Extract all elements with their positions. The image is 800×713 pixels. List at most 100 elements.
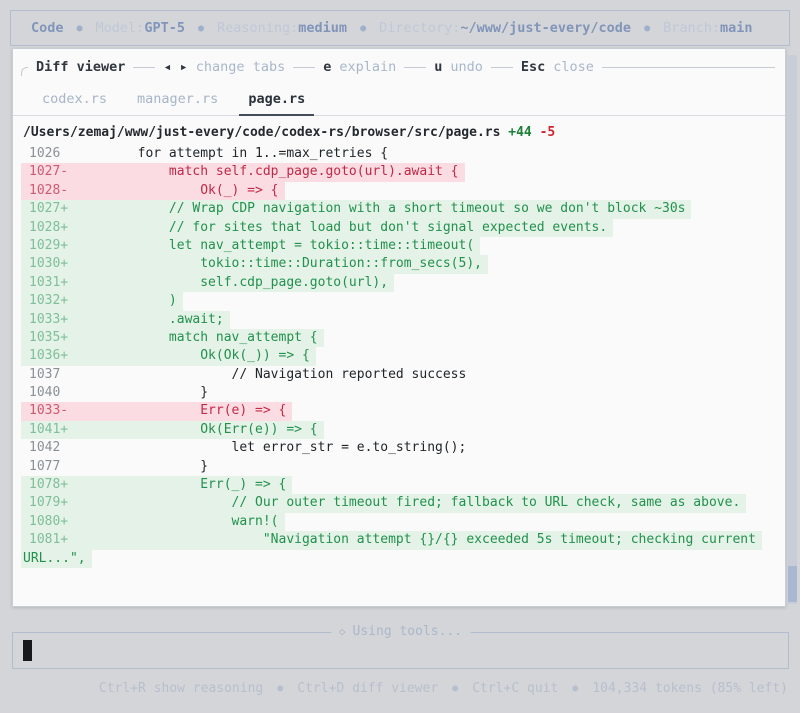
divider-rule xyxy=(490,66,513,68)
header-item-label: Model: xyxy=(95,20,145,36)
diff-line: 1029+ let nav_attempt = tokio::time::tim… xyxy=(13,236,785,256)
footer-hint: Ctrl+D diff viewer xyxy=(297,680,439,696)
scrollbar[interactable] xyxy=(788,55,797,604)
line-number: 1026 xyxy=(29,146,61,161)
diff-line: 1035+ match nav_attempt { xyxy=(13,328,785,348)
separator-bullet-icon: ● xyxy=(197,22,204,34)
hint-key: Esc xyxy=(520,59,546,75)
diff-viewer-title: Diff viewer xyxy=(36,59,126,75)
diff-line: 1027+ // Wrap CDP navigation with a shor… xyxy=(13,200,785,219)
text-cursor xyxy=(23,640,32,661)
separator-bullet-icon: ● xyxy=(277,682,284,694)
header-item-value: main xyxy=(720,20,753,36)
line-code: match nav_attempt { xyxy=(75,328,324,348)
hint-label: close xyxy=(553,59,594,75)
line-number: 1027+ xyxy=(21,200,75,219)
line-number: 1035+ xyxy=(21,328,75,348)
panel-corner xyxy=(21,66,28,76)
tab-manager-rs[interactable]: manager.rs xyxy=(128,87,227,116)
line-code: // Our outer timeout fired; fallback to … xyxy=(75,494,747,513)
diff-line: 1081+ "Navigation attempt {}/{} exceeded… xyxy=(13,531,785,550)
divider-rule xyxy=(133,66,156,68)
diff-lines: 1026 for attempt in 1..=max_retries {102… xyxy=(13,145,785,568)
header-item-label: Branch: xyxy=(663,20,720,36)
line-code: } xyxy=(75,458,209,474)
line-number: 1033+ xyxy=(21,310,75,329)
line-number: 1042 xyxy=(29,440,61,456)
diff-line: 1030+ tokio::time::Duration::from_secs(5… xyxy=(13,255,785,274)
header-item-value: medium xyxy=(298,20,348,36)
line-number: 1078+ xyxy=(21,476,75,495)
footer-hints: Ctrl+R show reasoning ● Ctrl+D diff viewer… xyxy=(10,678,790,698)
footer-hint: 104,334 tokens (85% left) xyxy=(592,680,788,696)
header-item-value: ~/www/just-every/code xyxy=(460,20,632,36)
line-code: } xyxy=(75,385,209,401)
line-number: 1029+ xyxy=(21,236,75,256)
diff-line: 1027- match self.cdp_page.goto(url).awai… xyxy=(13,163,785,182)
separator-bullet-icon: ● xyxy=(572,682,579,694)
tab-page-rs[interactable]: page.rs xyxy=(239,87,315,116)
line-number: 1028- xyxy=(21,181,75,201)
hint-key: u xyxy=(434,59,443,75)
diff-line: 1032+ ) xyxy=(13,292,785,311)
line-code: let error_str = e.to_string(); xyxy=(75,440,467,456)
status-text: Using tools... xyxy=(352,624,463,639)
line-code: for attempt in 1..=max_retries { xyxy=(75,146,389,161)
line-number: 1031+ xyxy=(21,273,75,293)
deletions-count: -5 xyxy=(539,125,556,140)
diff-line: 1040 } xyxy=(13,384,785,402)
tab-codex-rs[interactable]: codex.rs xyxy=(33,87,116,116)
session-header: Code ● Model: GPT-5 ● Reasoning: medium ● Dir… xyxy=(10,10,790,46)
line-code: Err(_) => { xyxy=(75,476,293,495)
line-number: 1030+ xyxy=(21,255,75,274)
hint-label: undo xyxy=(450,59,483,75)
line-code: Ok(Err(e)) => { xyxy=(75,420,324,440)
keyboard-hints: ◂ ▸ change tabs e explain u undo Esc close xyxy=(133,59,775,75)
diff-line: 1041+ Ok(Err(e)) => { xyxy=(13,420,785,440)
line-number: 1077 xyxy=(29,458,61,474)
composer-status: ◇ Using tools... xyxy=(330,624,471,639)
line-code: "Navigation attempt {}/{} exceeded 5s ti… xyxy=(75,531,762,550)
line-code: ) xyxy=(75,292,183,311)
diff-tabs: codex.rs manager.rs page.rs xyxy=(13,87,785,116)
line-code: tokio::time::Duration::from_secs(5), xyxy=(75,255,488,274)
line-code: self.cdp_page.goto(url), xyxy=(75,273,395,293)
line-number: 1041+ xyxy=(21,420,75,440)
footer-hint: Ctrl+C quit xyxy=(472,680,559,696)
line-number: 1079+ xyxy=(21,494,75,513)
diff-line: 1037 // Navigation reported success xyxy=(13,366,785,384)
line-code: Ok(_) => { xyxy=(75,181,285,201)
separator-bullet-icon: ● xyxy=(360,22,367,34)
scrollbar-thumb[interactable] xyxy=(788,566,797,602)
file-path: /Users/zemaj/www/just-every/code/codex-r… xyxy=(23,125,501,140)
composer-box[interactable]: ◇ Using tools... xyxy=(12,624,789,669)
diff-line: 1028+ // for sites that load but don't s… xyxy=(13,218,785,237)
hint-key: ◂ ▸ xyxy=(163,59,188,75)
diff-line: 1079+ // Our outer timeout fired; fallba… xyxy=(13,494,785,513)
diff-line: 1080+ warn!( xyxy=(13,512,785,532)
app-name: Code xyxy=(31,20,64,36)
hint-label: explain xyxy=(339,59,397,75)
diff-line: 1031+ self.cdp_page.goto(url), xyxy=(13,273,785,293)
line-code: // Wrap CDP navigation with a short time… xyxy=(75,200,692,219)
diff-line: 1077 } xyxy=(13,458,785,476)
file-path-row: /Users/zemaj/www/just-every/code/codex-r… xyxy=(13,116,785,142)
line-code: warn!( xyxy=(75,512,285,532)
line-code: // Navigation reported success xyxy=(75,366,467,382)
line-code: Err(e) => { xyxy=(75,402,293,421)
hint-key: e xyxy=(323,59,332,75)
diff-line: 1078+ Err(_) => { xyxy=(13,476,785,495)
diff-line: 1033- Err(e) => { xyxy=(13,402,785,421)
line-code: // for sites that load but don't signal … xyxy=(75,218,614,237)
diamond-icon: ◇ xyxy=(338,625,346,638)
divider-rule xyxy=(404,66,427,68)
line-number: 1027- xyxy=(21,163,75,182)
divider-rule xyxy=(293,66,316,68)
line-number: 1037 xyxy=(29,366,61,382)
line-number: 1028+ xyxy=(21,218,75,237)
line-number: 1081+ xyxy=(21,531,75,550)
header-item-label: Reasoning: xyxy=(217,20,299,36)
separator-bullet-icon: ● xyxy=(76,22,83,34)
diff-line: 1033+ .await; xyxy=(13,310,785,329)
divider-rule xyxy=(601,66,775,68)
